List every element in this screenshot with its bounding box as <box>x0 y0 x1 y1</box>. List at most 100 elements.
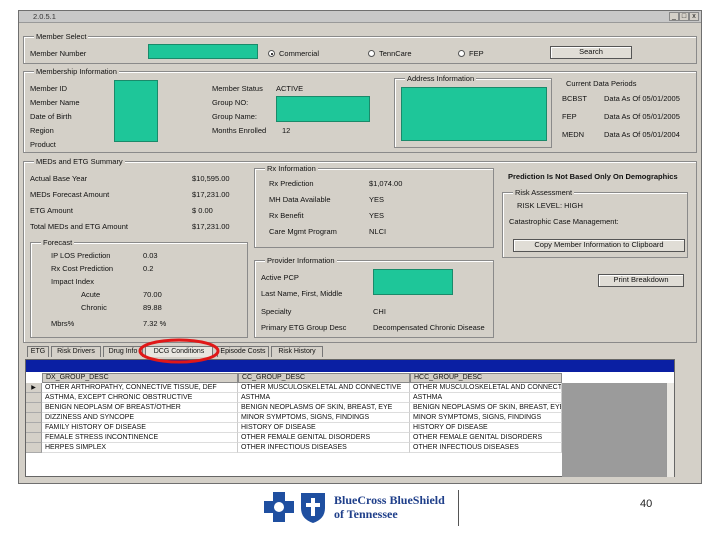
member-name-label: Member Name <box>30 98 80 107</box>
close-button[interactable]: x <box>689 12 699 21</box>
period-value: Data As Of 05/01/2005 <box>604 94 680 103</box>
radio-tenncare-label: TennCare <box>379 49 412 58</box>
conditions-grid: DX_GROUP_DESC CC_GROUP_DESC HCC_GROUP_DE… <box>25 359 675 477</box>
column-header[interactable]: DX_GROUP_DESC <box>42 373 238 383</box>
specialty-value: CHI <box>373 307 386 316</box>
rx-row-label: MH Data Available <box>269 195 331 204</box>
forecast-group: Forecast IP LOS Prediction 0.03 Rx Cost … <box>30 238 248 338</box>
rx-row-value: NLCI <box>369 227 387 236</box>
row-selector[interactable] <box>26 403 42 413</box>
dx-cell: OTHER ARTHROPATHY, CONNECTIVE TISSUE, DE… <box>42 383 238 393</box>
forecast-row-value: 89.88 <box>143 303 162 312</box>
rx-row-value: $1,074.00 <box>369 179 403 188</box>
app-window: 2.0.5.1 _ □ x Member Select Member Numbe… <box>18 10 702 484</box>
hcc-cell: MINOR SYMPTOMS, SIGNS, FINDINGS <box>410 413 562 423</box>
provider-info-group: Provider Information Active PCP Last Nam… <box>254 256 494 338</box>
logo-divider <box>458 490 459 526</box>
provider-name-field <box>373 269 453 295</box>
hcc-cell: OTHER MUSCULOSKELETAL AND CONNECTIVE <box>410 383 562 393</box>
cc-cell: MINOR SYMPTOMS, SIGNS, FINDINGS <box>238 413 410 423</box>
dx-cell: FAMILY HISTORY OF DISEASE <box>42 423 238 433</box>
prediction-note: Prediction Is Not Based Only On Demograp… <box>508 172 678 181</box>
logo-text-line2: of Tennessee <box>334 507 398 521</box>
months-enrolled-label: Months Enrolled <box>212 126 267 135</box>
product-label: Product <box>30 140 56 149</box>
row-selector[interactable] <box>26 443 42 453</box>
hcc-cell: OTHER FEMALE GENITAL DISORDERS <box>410 433 562 443</box>
radio-fep[interactable] <box>458 50 465 57</box>
tab-etg[interactable]: ETG <box>27 346 49 357</box>
member-id-label: Member ID <box>30 84 68 93</box>
group-info-field <box>276 96 370 122</box>
column-header[interactable]: HCC_GROUP_DESC <box>410 373 562 383</box>
primary-etg-label: Primary ETG Group Desc <box>261 323 347 332</box>
provider-info-label: Provider Information <box>265 256 337 265</box>
member-select-label: Member Select <box>34 32 89 41</box>
active-pcp-label: Active PCP <box>261 273 299 282</box>
window-title: 2.0.5.1 <box>33 12 56 21</box>
forecast-row-value: 0.2 <box>143 264 154 273</box>
hcc-cell: ASTHMA <box>410 393 562 403</box>
row-selector[interactable] <box>26 413 42 423</box>
risk-assessment-group: Risk Assessment RISK LEVEL: HIGH Catastr… <box>502 188 688 258</box>
grid-vertical-scrollbar[interactable] <box>666 383 674 477</box>
summary-label: MEDs Forecast Amount <box>30 190 110 199</box>
tab-dcg-conditions[interactable]: DCG Conditions <box>145 346 213 357</box>
cc-cell: ASTHMA <box>238 393 410 403</box>
region-label: Region <box>30 126 54 135</box>
radio-commercial-label: Commercial <box>279 49 320 58</box>
hcc-cell: OTHER INFECTIOUS DISEASES <box>410 443 562 453</box>
print-breakdown-button[interactable]: Print Breakdown <box>598 274 684 287</box>
forecast-row-value: 70.00 <box>143 290 162 299</box>
grid-title-bar <box>26 360 674 372</box>
provider-name-label: Last Name, First, Middle <box>261 289 343 298</box>
forecast-row-label: Acute <box>81 290 101 299</box>
months-enrolled-value: 12 <box>282 126 291 135</box>
member-status-label: Member Status <box>212 84 263 93</box>
summary-label: Total MEDs and ETG Amount <box>30 222 128 231</box>
radio-tenncare[interactable] <box>368 50 375 57</box>
dx-cell: BENIGN NEOPLASM OF BREAST/OTHER <box>42 403 238 413</box>
maximize-button[interactable]: □ <box>679 12 689 21</box>
radio-commercial[interactable] <box>268 50 275 57</box>
copy-member-info-button[interactable]: Copy Member Information to Clipboard <box>513 239 685 252</box>
tab-episode-costs[interactable]: Episode Costs <box>217 346 269 357</box>
risk-level: RISK LEVEL: HIGH <box>517 201 583 210</box>
summary-label: Actual Base Year <box>30 174 88 183</box>
period-value: Data As Of 05/01/2005 <box>604 112 680 121</box>
summary-value: $10,595.00 <box>192 174 230 183</box>
current-periods-label: Current Data Periods <box>566 79 637 88</box>
period-code: FEP <box>562 112 577 121</box>
row-pointer-icon[interactable]: ▶ <box>26 383 42 393</box>
row-selector[interactable] <box>26 423 42 433</box>
radio-fep-label: FEP <box>469 49 484 58</box>
med-summary-group: MEDs and ETG Summary Actual Base Year $1… <box>23 157 697 343</box>
row-selector[interactable] <box>26 393 42 403</box>
dx-cell: ASTHMA, EXCEPT CHRONIC OBSTRUCTIVE <box>42 393 238 403</box>
forecast-label: Forecast <box>41 238 75 247</box>
rx-row-label: Rx Prediction <box>269 179 314 188</box>
member-number-input[interactable] <box>148 44 258 59</box>
search-button[interactable]: Search <box>550 46 632 59</box>
row-selector[interactable] <box>26 433 42 443</box>
rx-info-group: Rx Information Rx Prediction $1,074.00 M… <box>254 164 494 248</box>
dob-label: Date of Birth <box>30 112 72 121</box>
hcc-cell: HISTORY OF DISEASE <box>410 423 562 433</box>
cc-cell: OTHER INFECTIOUS DISEASES <box>238 443 410 453</box>
dx-cell: HERPES SIMPLEX <box>42 443 238 453</box>
title-bar: 2.0.5.1 _ □ x <box>19 11 701 23</box>
hcc-cell: BENIGN NEOPLASMS OF SKIN, BREAST, EYE <box>410 403 562 413</box>
minimize-button[interactable]: _ <box>669 12 679 21</box>
column-header[interactable]: CC_GROUP_DESC <box>238 373 410 383</box>
period-value: Data As Of 05/01/2004 <box>604 130 680 139</box>
member-status-value: ACTIVE <box>276 84 304 93</box>
tab-risk-history[interactable]: Risk History <box>271 346 323 357</box>
group-name-label: Group Name: <box>212 112 258 121</box>
bluecross-cross-icon <box>264 492 294 522</box>
cc-cell: HISTORY OF DISEASE <box>238 423 410 433</box>
tab-drug-info[interactable]: Drug Info <box>103 346 143 357</box>
membership-label: Membership Information <box>34 67 119 76</box>
group-no-label: Group NO: <box>212 98 249 107</box>
tab-risk-drivers[interactable]: Risk Drivers <box>51 346 101 357</box>
risk-assessment-label: Risk Assessment <box>513 188 575 197</box>
